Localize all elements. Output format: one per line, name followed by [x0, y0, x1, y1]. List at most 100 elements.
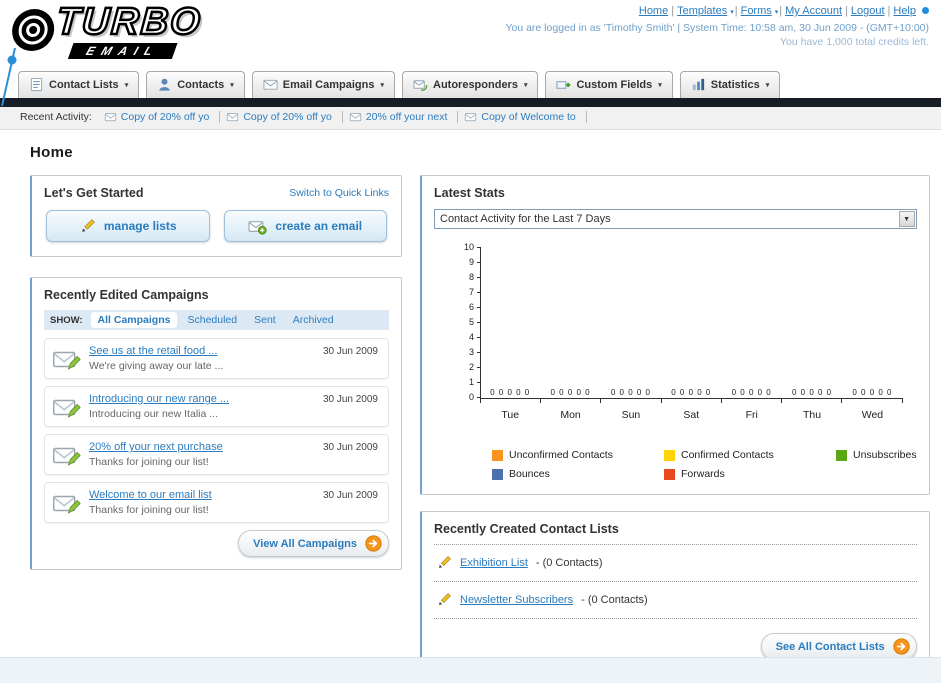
y-tick-label: 0: [468, 392, 474, 402]
y-tick-label: 1: [468, 377, 474, 387]
dropdown-caret-icon: ▾: [658, 81, 662, 89]
header: TURBO EMAIL Home | Templates ▾| Forms ▾| My Ac…: [0, 0, 941, 107]
manage-lists-button[interactable]: manage lists: [46, 210, 210, 242]
tab-contact-lists[interactable]: Contact Lists ▾: [18, 71, 140, 98]
filter-archived[interactable]: Archived: [286, 312, 341, 328]
header-right: Home | Templates ▾| Forms ▾| My Account | Logout…: [505, 5, 929, 48]
recent-activity-items: Copy of 20% off yo Copy of 20% off yo 20% …: [103, 111, 593, 123]
tab-label: Custom Fields: [576, 78, 653, 91]
notification-dot: [922, 7, 929, 14]
legend-swatch: [664, 449, 675, 461]
campaign-row[interactable]: 20% off your next purchase Thanks for jo…: [44, 434, 389, 475]
envelope-pencil-icon: [53, 492, 81, 515]
campaign-date: 30 Jun 2009: [322, 442, 378, 453]
contact-lists: Exhibition List - (0 Contacts) Newslette…: [434, 545, 917, 619]
legend-item: Bounces: [492, 468, 664, 480]
filter-all-campaigns[interactable]: All Campaigns: [90, 312, 178, 328]
campaign-row[interactable]: Welcome to our email list Thanks for joi…: [44, 482, 389, 523]
recent-campaigns-title: Recently Edited Campaigns: [44, 288, 209, 302]
filter-sent[interactable]: Sent: [247, 312, 283, 328]
show-label: SHOW:: [50, 314, 83, 326]
dropdown-caret-icon: ▾: [124, 81, 129, 89]
latest-stats-title: Latest Stats: [434, 186, 505, 200]
recent-activity-link[interactable]: Copy of 20% off yo: [121, 111, 210, 123]
tab-email-campaigns[interactable]: Email Campaigns ▾: [251, 71, 395, 98]
separator: |: [845, 5, 848, 17]
switch-quick-links-link[interactable]: Switch to Quick Links: [289, 187, 389, 199]
legend-item: Unconfirmed Contacts: [492, 449, 664, 461]
contact-list-link[interactable]: Exhibition List: [460, 557, 528, 569]
chart-plot-area: [480, 247, 903, 399]
email-icon: [464, 111, 477, 123]
see-all-contact-lists-button[interactable]: See All Contact Lists: [760, 633, 917, 660]
x-tick-label: Thu: [803, 409, 822, 421]
campaign-text: 20% off your next purchase Thanks for jo…: [89, 441, 223, 468]
campaign-filter-bar: SHOW: All Campaigns Scheduled Sent Archived: [44, 310, 389, 330]
recent-activity-link[interactable]: Copy of 20% off yo: [243, 111, 332, 123]
tab-custom-fields[interactable]: Custom Fields ▾: [545, 71, 673, 98]
stats-chart: 0 1 2 3 4 5 6 7 8 9 10 0 0 0 0 00 0 0 0 00 0 0 0 00…: [450, 242, 917, 435]
contact-list-link[interactable]: Newsletter Subscribers: [460, 594, 573, 606]
contact-lists-icon: [29, 77, 44, 92]
see-all-contact-lists-label: See All Contact Lists: [775, 640, 885, 653]
campaign-subtitle: Introducing our new Italia ...: [89, 408, 218, 420]
contact-list-row[interactable]: Newsletter Subscribers - (0 Contacts): [434, 582, 917, 619]
top-link-my-account[interactable]: My Account: [785, 5, 842, 17]
recent-activity-link[interactable]: Copy of Welcome to: [481, 111, 575, 123]
legend-label: Unconfirmed Contacts: [509, 449, 613, 461]
x-tick: [781, 399, 841, 403]
main-nav-tabs: Contact Lists ▾ Contacts ▾ Email Campaigns ▾ A…: [0, 64, 941, 98]
dropdown-caret-icon: ▾: [765, 81, 770, 89]
separator: |: [671, 5, 675, 17]
page-footer: [0, 657, 941, 683]
campaign-date: 30 Jun 2009: [322, 490, 378, 501]
y-tick-label: 8: [468, 272, 474, 282]
recent-activity-link[interactable]: 20% off your next: [366, 111, 448, 123]
contact-list-row[interactable]: Exhibition List - (0 Contacts): [434, 545, 917, 582]
credits-info: You have 1,000 total credits left.: [779, 36, 929, 48]
tab-label: Contacts: [177, 78, 225, 91]
top-link-logout[interactable]: Logout: [851, 5, 885, 17]
chart-legend: Unconfirmed Contacts Confirmed Contacts Un…: [492, 449, 917, 480]
legend-item: Confirmed Contacts: [664, 449, 836, 461]
tab-label: Autoresponders: [433, 78, 518, 91]
logo-speedometer-icon: [12, 9, 55, 51]
campaign-row[interactable]: Introducing our new range ... Introducin…: [44, 386, 389, 427]
create-email-button[interactable]: create an email: [223, 210, 387, 242]
stats-activity-select[interactable]: Contact Activity for the Last 7 Days ▼: [434, 209, 917, 229]
tab-statistics[interactable]: Statistics ▾: [679, 71, 781, 98]
recent-activity-item: Copy of 20% off yo: [226, 111, 343, 123]
campaign-subtitle: Thanks for joining our list!: [89, 456, 209, 468]
campaign-title-link[interactable]: Welcome to our email list: [89, 489, 212, 501]
legend-item: Forwards: [664, 468, 836, 480]
top-link-templates[interactable]: Templates: [677, 5, 727, 17]
top-link-help[interactable]: Help: [893, 5, 916, 17]
campaign-row[interactable]: See us at the retail food ... We're givi…: [44, 338, 389, 379]
legend-label: Bounces: [509, 468, 550, 480]
value-label-group: 0 0 0 0 0: [550, 388, 591, 397]
y-tick-label: 2: [468, 362, 474, 372]
campaign-text: Welcome to our email list Thanks for joi…: [89, 489, 212, 516]
login-info: You are logged in as 'Timothy Smith' | S…: [505, 22, 929, 34]
statistics-icon: [691, 77, 706, 92]
campaign-title-link[interactable]: 20% off your next purchase: [89, 441, 223, 453]
recent-activity-item: Copy of 20% off yo: [103, 111, 221, 123]
campaign-title-link[interactable]: Introducing our new range ...: [89, 393, 229, 405]
top-link-forms[interactable]: Forms: [741, 5, 772, 17]
campaign-title-link[interactable]: See us at the retail food ...: [89, 345, 217, 357]
y-tick-label: 3: [468, 347, 474, 357]
filter-scheduled[interactable]: Scheduled: [180, 312, 244, 328]
x-tick: [480, 399, 540, 403]
legend-swatch: [836, 449, 847, 461]
contacts-icon: [157, 77, 172, 92]
envelope-pencil-icon: [53, 396, 81, 419]
value-label-group: 0 0 0 0 0: [731, 388, 772, 397]
legend-swatch: [664, 468, 675, 480]
tab-contacts[interactable]: Contacts ▾: [146, 71, 245, 98]
tab-autoresponders[interactable]: Autoresponders ▾: [402, 71, 539, 98]
get-started-title: Let's Get Started: [44, 186, 144, 200]
recent-activity-label: Recent Activity:: [20, 111, 92, 123]
top-link-home[interactable]: Home: [639, 5, 668, 17]
legend-swatch: [492, 468, 503, 480]
view-all-campaigns-button[interactable]: View All Campaigns: [238, 530, 389, 557]
